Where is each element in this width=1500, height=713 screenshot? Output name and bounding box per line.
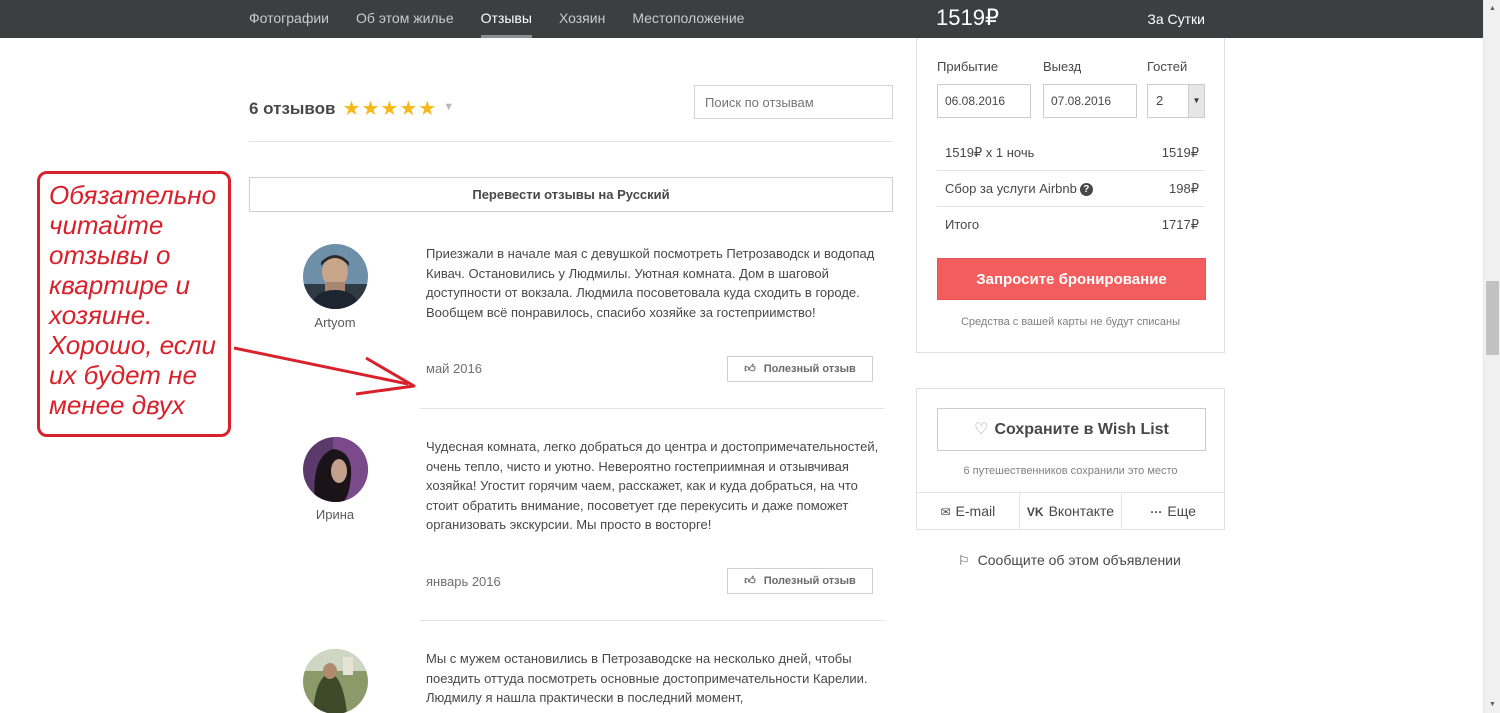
helpful-label: Полезный отзыв: [763, 363, 856, 375]
price-row-value: 1519₽: [1161, 145, 1199, 160]
scrollbar-thumb[interactable]: [1486, 281, 1499, 355]
wishlist-note: 6 путешественников сохранили это место: [963, 465, 1178, 477]
annotation-text: Обязательно читайте отзывы о квартире и …: [49, 180, 217, 420]
booking-note: Средства с вашей карты не будут списаны: [960, 316, 1181, 328]
section-tabs: Фотографии Об этом жилье Отзывы Хозяин М…: [249, 0, 771, 38]
more-icon: ···: [1150, 505, 1163, 519]
arrival-label: Прибытие: [937, 59, 999, 74]
price-row: Сбор за услуги Airbnb? 198₽: [937, 171, 1205, 207]
help-icon[interactable]: ?: [1079, 183, 1093, 196]
thumbs-up-icon: 👍︎: [744, 575, 756, 587]
tab-reviews[interactable]: Отзывы: [480, 0, 533, 38]
departure-label: Выезд: [1043, 59, 1082, 74]
wishlist-button-label: Сохраните в Wish List: [994, 421, 1169, 438]
envelope-icon: ✉: [940, 505, 951, 519]
report-label: Сообщите об этом объявлении: [977, 552, 1181, 568]
tab-photos[interactable]: Фотографии: [249, 0, 329, 38]
tab-about[interactable]: Об этом жилье: [356, 0, 454, 38]
star-icon: ★: [399, 98, 418, 120]
guests-select[interactable]: 2 ▼: [1147, 84, 1205, 118]
price-period: За Сутки: [1147, 11, 1205, 27]
request-booking-button[interactable]: Запросите бронирование: [937, 258, 1206, 300]
share-email-button[interactable]: ✉ E-mail: [917, 493, 1020, 530]
divider: [420, 408, 885, 409]
price-row: 1519₽ x 1 ночь 1519₽: [937, 135, 1205, 171]
guests-label: Гостей: [1147, 59, 1188, 74]
share-label: E-mail: [955, 503, 996, 519]
report-listing-link[interactable]: ⚐ Сообщите об этом объявлении: [958, 552, 1181, 569]
review-item: Artyom Приезжали в начале мая с девушкой…: [249, 244, 893, 394]
price-row-value: 1717₽: [1161, 217, 1199, 232]
booking-panel: Прибытие Выезд Гостей 06.08.2016 07.08.2…: [916, 38, 1225, 353]
departure-date-input[interactable]: 07.08.2016: [1043, 84, 1137, 118]
price-row-label-wrap: Сбор за услуги Airbnb?: [945, 171, 1093, 207]
share-label: Вконтакте: [1048, 503, 1115, 519]
share-more-button[interactable]: ··· Еще: [1122, 493, 1224, 530]
total-row: Итого 1717₽: [937, 207, 1205, 243]
review-item: Ирина Чудесная комната, легко добраться …: [249, 437, 893, 597]
reviewer-name[interactable]: Ирина: [279, 507, 391, 522]
review-item: Мы с мужем остановились в Петрозаводске …: [249, 649, 893, 713]
arrival-date-input[interactable]: 06.08.2016: [937, 84, 1031, 118]
star-icon: ★: [380, 98, 399, 120]
caret-down-icon: ▼: [443, 101, 455, 113]
helpful-review-button[interactable]: 👍︎ Полезный отзыв: [727, 356, 873, 382]
divider: [249, 141, 893, 142]
tab-location[interactable]: Местоположение: [632, 0, 744, 38]
price-row-value: 198₽: [1169, 181, 1199, 196]
divider: [420, 620, 885, 621]
page-scrollbar[interactable]: ▲ ▼: [1483, 0, 1500, 713]
review-date: январь 2016: [426, 574, 501, 589]
guests-value: 2: [1156, 93, 1164, 108]
price-row-label: Итого: [945, 217, 980, 232]
vk-icon: VK: [1026, 505, 1044, 519]
review-date: май 2016: [426, 361, 482, 376]
review-search-input[interactable]: [694, 85, 893, 119]
dropdown-arrow-icon[interactable]: ▼: [1188, 85, 1204, 117]
share-vk-button[interactable]: VK Вконтакте: [1020, 493, 1123, 530]
scroll-down-icon[interactable]: ▼: [1484, 696, 1500, 713]
price-row-label: 1519₽ x 1 ночь: [945, 145, 1035, 160]
price-header: 1519₽ За Сутки: [916, 0, 1225, 38]
avatar[interactable]: [303, 649, 368, 713]
helpful-label: Полезный отзыв: [763, 575, 856, 587]
tab-host[interactable]: Хозяин: [559, 0, 605, 38]
save-to-wishlist-button[interactable]: ♡ Сохраните в Wish List: [937, 408, 1206, 451]
reviews-count: 6 отзывов: [249, 99, 336, 118]
avatar[interactable]: [303, 244, 368, 309]
heart-icon: ♡: [974, 421, 989, 438]
review-text: Чудесная комната, легко добраться до цен…: [426, 439, 879, 533]
review-text: Мы с мужем остановились в Петрозаводске …: [426, 651, 868, 706]
top-nav-bar: Фотографии Об этом жилье Отзывы Хозяин М…: [0, 0, 1483, 38]
share-label: Еще: [1167, 503, 1196, 519]
reviewer-name[interactable]: Artyom: [279, 315, 391, 330]
rating-stars[interactable]: ★ ★ ★ ★ ★ ▼: [343, 99, 455, 119]
avatar[interactable]: [303, 437, 368, 502]
flag-icon: ⚐: [958, 553, 970, 568]
nightly-price: 1519₽: [936, 5, 999, 30]
scroll-up-icon[interactable]: ▲: [1484, 0, 1500, 17]
annotation-callout: Обязательно читайте отзывы о квартире и …: [37, 171, 231, 437]
helpful-review-button[interactable]: 👍︎ Полезный отзыв: [727, 568, 873, 594]
wishlist-panel: ♡ Сохраните в Wish List 6 путешественнико…: [916, 388, 1225, 530]
translate-reviews-button[interactable]: Перевести отзывы на Русский: [249, 177, 893, 212]
review-text: Приезжали в начале мая с девушкой посмот…: [426, 246, 875, 320]
share-bar: ✉ E-mail VK Вконтакте ··· Еще: [917, 492, 1224, 530]
price-row-label: Сбор за услуги Airbnb: [945, 181, 1077, 196]
star-icon: ★: [342, 98, 361, 120]
star-icon: ★: [418, 98, 437, 120]
star-icon: ★: [361, 98, 380, 120]
thumbs-up-icon: 👍︎: [744, 363, 756, 375]
reviews-summary: 6 отзывов ★ ★ ★ ★ ★ ▼: [249, 99, 454, 119]
